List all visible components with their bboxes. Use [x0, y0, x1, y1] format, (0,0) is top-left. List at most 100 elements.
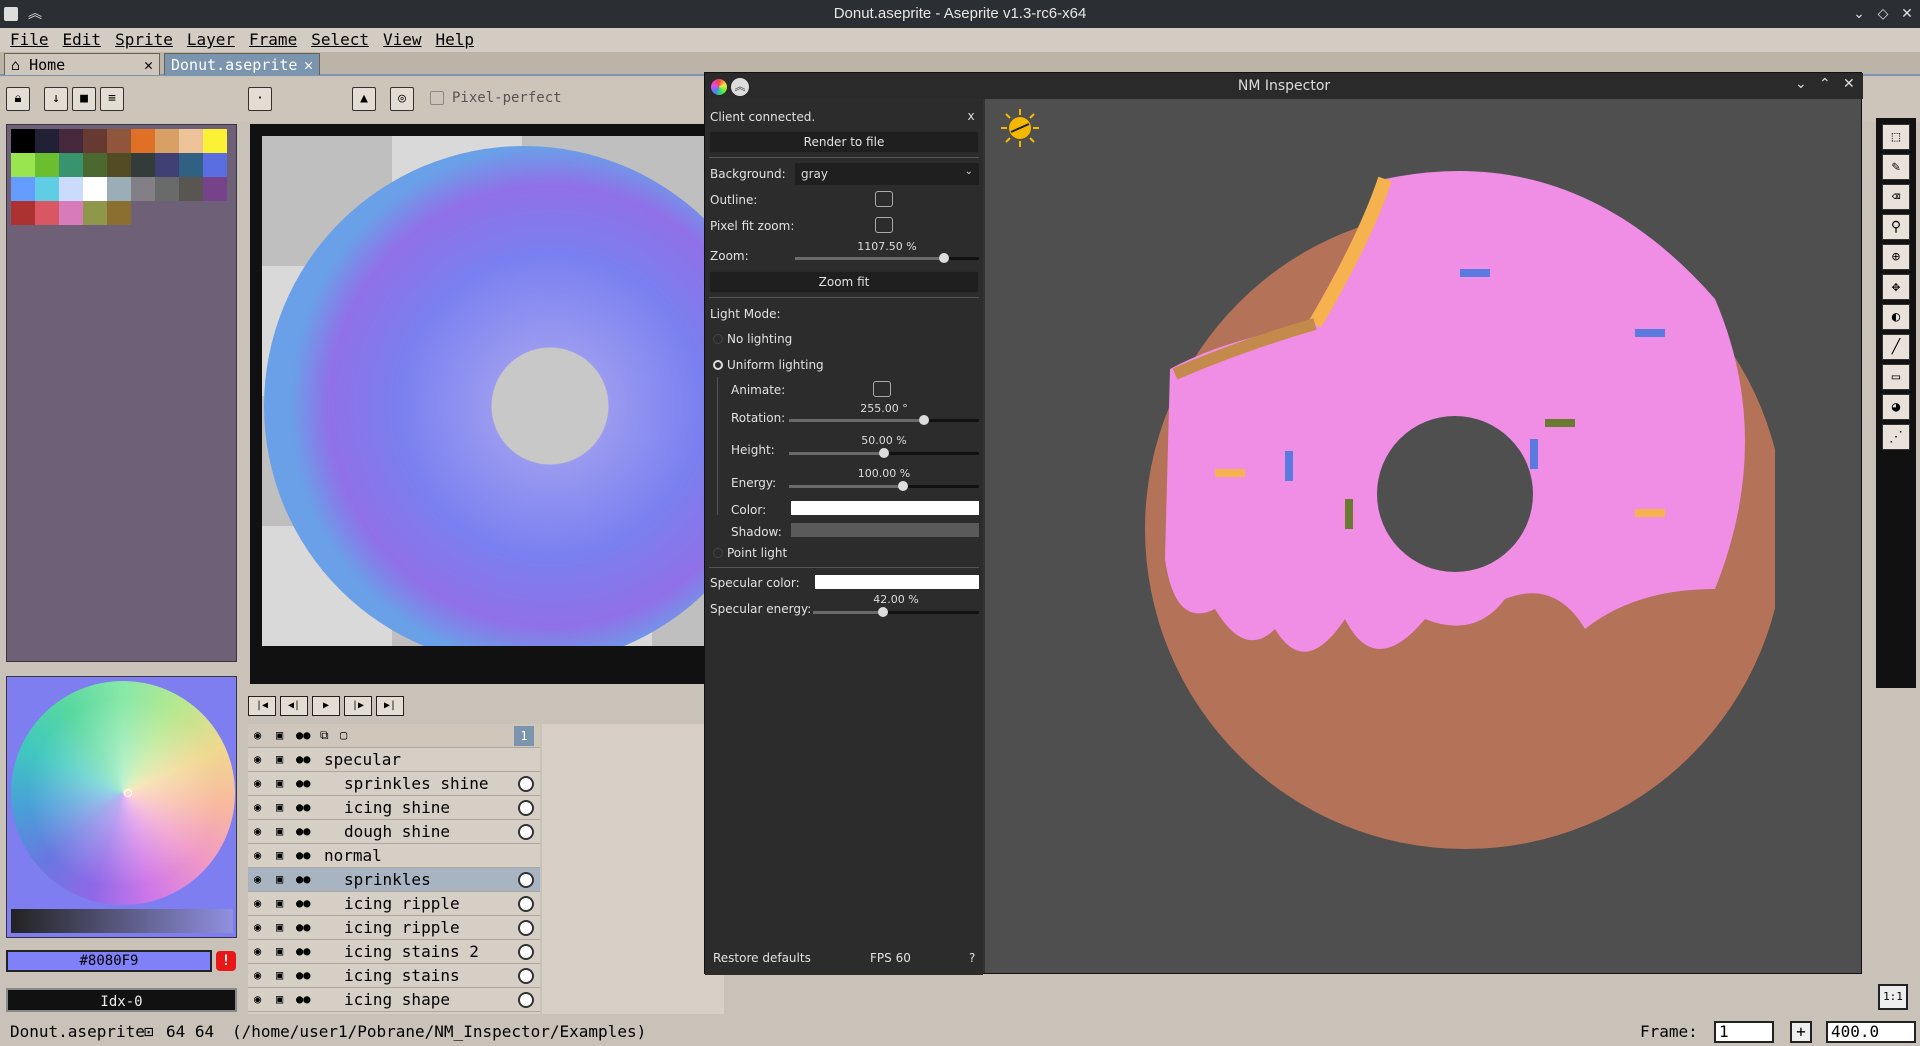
- palette-swatch[interactable]: [59, 177, 83, 201]
- warning-icon[interactable]: !: [216, 951, 236, 971]
- cel-dot[interactable]: [518, 920, 534, 936]
- eye-icon[interactable]: ◉: [254, 728, 261, 742]
- lock-icon[interactable]: ▣: [276, 824, 283, 838]
- palette-swatch[interactable]: [59, 129, 83, 153]
- lock-icon[interactable]: ▣: [276, 944, 283, 958]
- eye-icon[interactable]: ◉: [254, 848, 261, 862]
- palette-swatch[interactable]: [179, 153, 203, 177]
- palette-swatch[interactable]: [11, 201, 35, 225]
- continuous-icon[interactable]: ●●: [296, 848, 310, 862]
- palette-swatch[interactable]: [203, 129, 227, 153]
- palette-swatch[interactable]: [83, 177, 107, 201]
- specular-energy-slider-knob[interactable]: [877, 607, 888, 617]
- zoom-fit-button[interactable]: Zoom fit: [709, 271, 979, 293]
- minimize-icon[interactable]: ⌄: [1795, 76, 1807, 92]
- next-frame-icon[interactable]: |▶: [344, 696, 372, 716]
- close-icon[interactable]: ✕: [1898, 4, 1916, 22]
- lock-icon[interactable]: ▣: [276, 776, 283, 790]
- tab-donut[interactable]: Donut.aseprite ✕: [164, 53, 320, 75]
- rotation-slider-knob[interactable]: [918, 415, 929, 425]
- lit-preview[interactable]: [985, 99, 1861, 973]
- layer-row[interactable]: ◉ ▣ ●● sprinkles: [248, 868, 540, 892]
- cel-dot[interactable]: [518, 800, 534, 816]
- sprite-canvas[interactable]: [262, 136, 706, 646]
- rectangle-icon[interactable]: ▭: [1882, 364, 1910, 390]
- palette-swatch[interactable]: [107, 129, 131, 153]
- continuous-icon[interactable]: ●●: [296, 968, 310, 982]
- palette-swatch[interactable]: [35, 177, 59, 201]
- palette-swatch[interactable]: [131, 177, 155, 201]
- dismiss-status-button[interactable]: x: [963, 109, 979, 127]
- palette-swatch[interactable]: [155, 129, 179, 153]
- line-icon[interactable]: ╱: [1882, 334, 1910, 360]
- height-slider[interactable]: [789, 448, 979, 458]
- menu-edit[interactable]: Edit: [59, 28, 106, 52]
- lock-icon[interactable]: ▣: [276, 992, 283, 1006]
- palette-swatch[interactable]: [107, 153, 131, 177]
- zoom-input[interactable]: 400.0: [1826, 1021, 1916, 1043]
- tab-close-icon[interactable]: ✕: [144, 54, 153, 76]
- first-frame-icon[interactable]: |◀: [248, 696, 276, 716]
- continuous-icon[interactable]: ●●: [296, 872, 310, 886]
- add-frame-icon[interactable]: +: [1790, 1021, 1812, 1043]
- palette-swatch[interactable]: [11, 153, 35, 177]
- background-select[interactable]: gray ⌄: [795, 163, 979, 185]
- palette-swatch[interactable]: [35, 153, 59, 177]
- continuous-icon[interactable]: ●●: [296, 944, 310, 958]
- cel-dot[interactable]: [518, 824, 534, 840]
- layer-row[interactable]: ◉ ▣ ●● icing shine: [248, 796, 540, 820]
- lock-icon[interactable]: ▣: [276, 872, 283, 886]
- specular-color-swatch[interactable]: [815, 575, 979, 589]
- palette-swatch[interactable]: [59, 153, 83, 177]
- palette-swatch[interactable]: [35, 129, 59, 153]
- palette-swatch[interactable]: [11, 129, 35, 153]
- layer-row[interactable]: ◉ ▣ ●● normal: [248, 844, 540, 868]
- light-color-swatch[interactable]: [791, 501, 979, 515]
- lock-icon[interactable]: ▣: [276, 848, 283, 862]
- eye-icon[interactable]: ◉: [254, 824, 261, 838]
- continuous-icon[interactable]: ●●: [296, 824, 310, 838]
- contour-icon[interactable]: ◕: [1882, 394, 1910, 420]
- fill-icon[interactable]: ◐: [1882, 304, 1910, 330]
- frames-area[interactable]: [542, 724, 724, 1014]
- move-icon[interactable]: ✥: [1882, 274, 1910, 300]
- menu-view[interactable]: View: [379, 28, 426, 52]
- continuous-icon[interactable]: ●●: [296, 920, 310, 934]
- layer-row[interactable]: ◉ ▣ ●● icing shape: [248, 988, 540, 1012]
- energy-slider-knob[interactable]: [898, 481, 908, 491]
- outline-checkbox[interactable]: [875, 191, 893, 207]
- palette-swatch[interactable]: [203, 177, 227, 201]
- palette-swatch[interactable]: [83, 201, 107, 225]
- minimize-icon[interactable]: ⌄: [1850, 4, 1868, 22]
- stop-icon[interactable]: ■: [72, 87, 96, 111]
- new-layer-icon[interactable]: ▢: [340, 728, 347, 742]
- point-light-radio[interactable]: [713, 548, 723, 558]
- eye-icon[interactable]: ◉: [254, 896, 261, 910]
- no-lighting-radio[interactable]: [713, 334, 723, 344]
- cel-dot[interactable]: [518, 776, 534, 792]
- eye-icon[interactable]: ◉: [254, 920, 261, 934]
- palette-swatch[interactable]: [107, 201, 131, 225]
- menu-file[interactable]: File: [6, 28, 53, 52]
- brush-type-icon[interactable]: ·: [248, 87, 272, 111]
- cel-dot[interactable]: [518, 872, 534, 888]
- sun-light-icon[interactable]: [999, 107, 1041, 149]
- palette-swatch[interactable]: [83, 129, 107, 153]
- eye-icon[interactable]: ◉: [254, 968, 261, 982]
- palette-swatch[interactable]: [131, 129, 155, 153]
- continuous-icon[interactable]: ●●: [296, 896, 310, 910]
- palette-swatch[interactable]: [155, 177, 179, 201]
- menu-sprite[interactable]: Sprite: [111, 28, 177, 52]
- eye-icon[interactable]: ◉: [254, 776, 261, 790]
- specular-energy-slider[interactable]: [813, 607, 979, 617]
- eye-icon[interactable]: ◉: [254, 800, 261, 814]
- eye-icon[interactable]: ◉: [254, 944, 261, 958]
- layer-row[interactable]: ◉ ▣ ●● icing ripple: [248, 916, 540, 940]
- layer-row[interactable]: ◉ ▣ ●● icing ripple: [248, 892, 540, 916]
- tab-home[interactable]: ⌂ Home ✕: [4, 53, 160, 75]
- layer-row[interactable]: ◉ ▣ ●● icing stains 2: [248, 940, 540, 964]
- color-wheel[interactable]: [11, 681, 235, 905]
- height-slider-knob[interactable]: [879, 448, 889, 458]
- shadow-color-swatch[interactable]: [791, 523, 979, 537]
- cel-dot[interactable]: [518, 992, 534, 1008]
